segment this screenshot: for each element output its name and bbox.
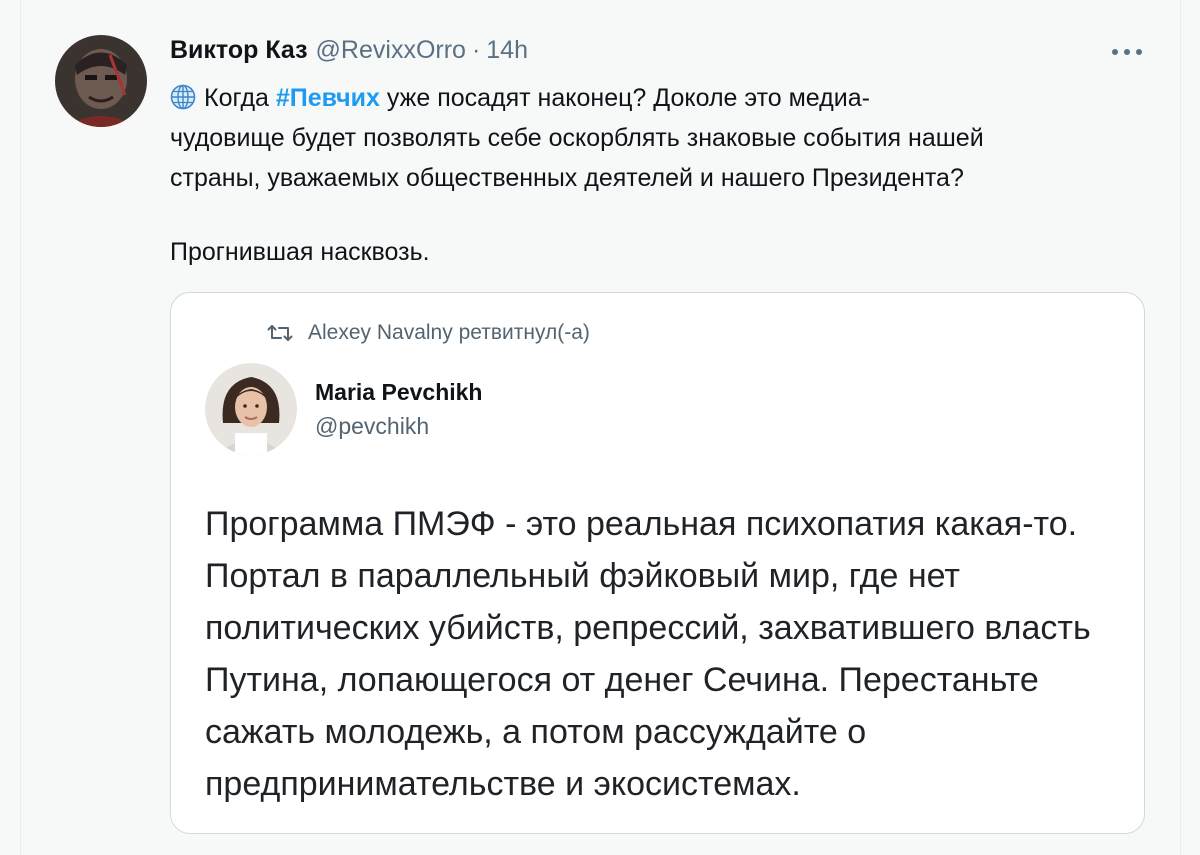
tweet-header: Виктор Каз @RevixxOrro · 14h (170, 36, 528, 70)
retweet-attribution: Alexey Navalny ретвитнул(-а) (266, 321, 590, 345)
retweet-icon (267, 325, 293, 341)
quoted-author-avatar[interactable] (205, 363, 297, 455)
tweet-text-line: чудовище будет позволять себе оскорблять… (170, 124, 984, 152)
quoted-avatar-image (205, 363, 297, 455)
tweet[interactable]: Виктор Каз @RevixxOrro · 14h Когда #Певч… (0, 0, 1200, 855)
more-options-icon[interactable] (1112, 44, 1142, 60)
author-avatar[interactable] (55, 35, 147, 127)
quoted-text-line: Портал в параллельный фэйковый мир, где … (205, 557, 960, 595)
quoted-author-display-name[interactable]: Maria Pevchikh (315, 379, 482, 406)
tweet-text-part: уже посадят наконец? Доколе это медиа- (379, 84, 870, 112)
quoted-text-line: предпринимательстве и экосистемах. (205, 765, 801, 803)
globe-icon (170, 84, 196, 110)
quoted-text-line: Программа ПМЭФ - это реальная психопатия… (205, 505, 1078, 543)
author-display-name[interactable]: Виктор Каз (170, 36, 308, 65)
tweet-text-part: Когда (204, 84, 276, 112)
tweet-text-line: страны, уважаемых общественных деятелей … (170, 164, 964, 192)
tweet-text-line: Прогнившая насквозь. (170, 238, 430, 266)
author-handle[interactable]: @RevixxOrro (316, 36, 466, 65)
quoted-author-handle[interactable]: @pevchikh (315, 413, 429, 440)
tweet-timestamp[interactable]: 14h (486, 36, 528, 65)
author-avatar-image (55, 35, 147, 127)
tweet-text: Когда #Певчих уже посадят наконец? Докол… (170, 78, 1160, 272)
header-separator: · (471, 36, 481, 64)
tweet-text-line: Когда #Певчих уже посадят наконец? Докол… (170, 78, 1160, 118)
quoted-text-line: политических убийств, репрессий, захвати… (205, 609, 1091, 647)
quoted-text-line: Путина, лопающегося от денег Сечина. Пер… (205, 661, 1039, 699)
retweet-label: Alexey Navalny ретвитнул(-а) (308, 321, 590, 344)
quoted-text-line: сажать молодежь, а потом рассуждайте о (205, 713, 867, 751)
quoted-tweet-card[interactable]: Alexey Navalny ретвитнул(-а) Maria Pevch… (170, 292, 1145, 834)
quoted-tweet-text: Программа ПМЭФ - это реальная психопатия… (205, 498, 1140, 810)
hashtag-link[interactable]: #Певчих (276, 84, 380, 112)
